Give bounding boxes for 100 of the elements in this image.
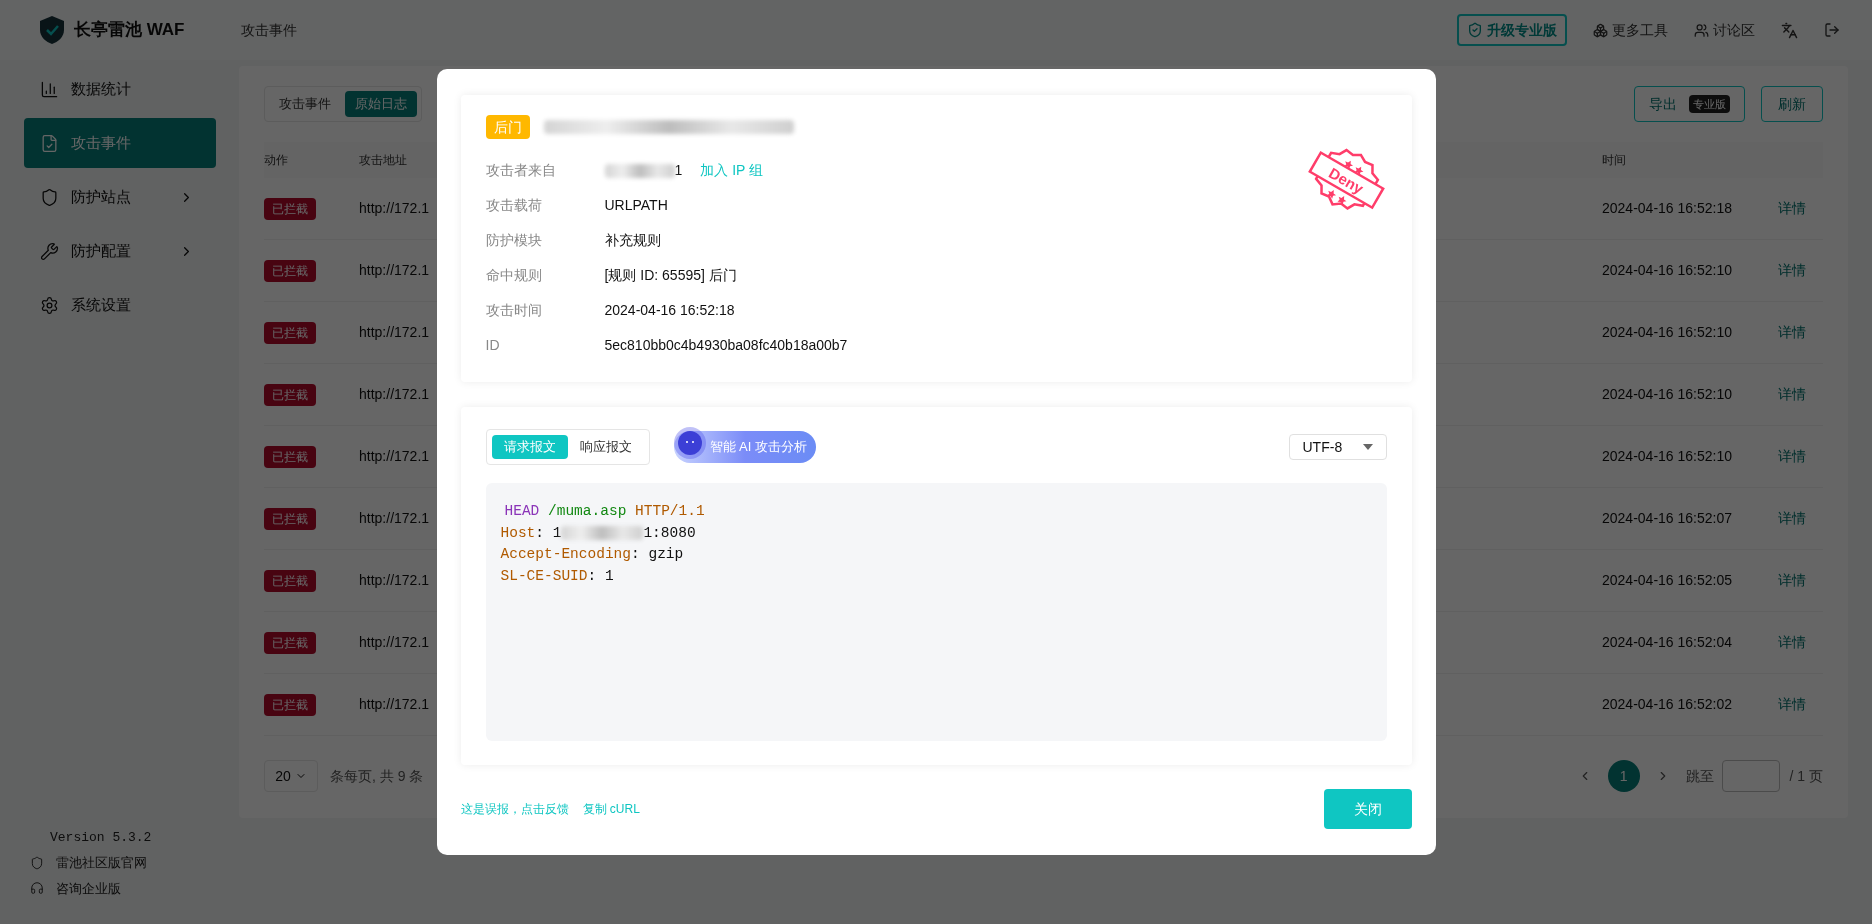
forum-link[interactable]: 讨论区: [1694, 19, 1755, 41]
detail-label: ID: [485, 336, 501, 355]
detail-value: 补充规则: [604, 231, 661, 250]
code-line: HEAD /muma.asp HTTP/1.1: [503, 502, 706, 521]
table-cell: 2024-04-16 16:52:10: [1602, 448, 1732, 464]
table-cell: 2024-04-16 16:52:10: [1602, 386, 1732, 402]
page-input[interactable]: [1721, 760, 1780, 792]
table-cell: http://172.1: [359, 696, 430, 712]
table-cell: http://172.1: [359, 200, 430, 216]
document-icon: [40, 133, 59, 153]
table-cell: http://172.1: [359, 262, 430, 278]
detail-link[interactable]: 详情: [1778, 632, 1806, 653]
attack-type-tag: 后门: [485, 115, 530, 139]
breadcrumb: 攻击事件: [241, 20, 297, 40]
sidebar-item[interactable]: 系统设置: [24, 280, 216, 330]
detail-link[interactable]: 详情: [1778, 322, 1806, 343]
detail-link[interactable]: 详情: [1778, 570, 1806, 591]
pagination-summary: 条每页, 共 9 条: [330, 766, 424, 786]
header-name: Accept-Encoding: [500, 546, 632, 562]
add-ip-group-link[interactable]: 加入 IP 组: [700, 160, 764, 181]
detail-label: 攻击者来自: [485, 161, 557, 180]
table-cell: http://172.1: [359, 572, 430, 588]
detail-link[interactable]: 详情: [1778, 508, 1806, 529]
page-total: / 1 页: [1789, 766, 1823, 786]
detail-value: 1: [674, 161, 683, 180]
table-cell: http://172.1: [359, 386, 430, 402]
status-badge: 已拦截: [264, 321, 316, 344]
footer-link[interactable]: 复制 cURL: [582, 800, 640, 818]
close-button[interactable]: 关闭: [1323, 789, 1412, 829]
table-cell: http://172.1: [359, 634, 430, 650]
table-cell: 2024-04-16 16:52:02: [1602, 696, 1732, 712]
header-value: : 1: [535, 524, 562, 541]
footer-link[interactable]: 雷池社区版官网: [24, 853, 216, 873]
detail-value: 2024-04-16 16:52:18: [604, 301, 735, 320]
status-badge: 已拦截: [264, 569, 316, 592]
shield-icon: [30, 855, 44, 870]
column-header: 时间: [1602, 152, 1626, 169]
detail-value: [规则 ID: 65595] 后门: [604, 266, 737, 285]
shield-icon: [40, 187, 59, 207]
detail-label: 命中规则: [485, 266, 543, 285]
tools-link[interactable]: 更多工具: [1593, 19, 1668, 41]
detail-link[interactable]: 详情: [1778, 260, 1806, 281]
detail-label: 攻击时间: [485, 301, 543, 320]
message-tab[interactable]: 请求报文: [491, 435, 568, 459]
pro-badge: 专业版: [1689, 94, 1730, 114]
jump-label: 跳至: [1685, 766, 1714, 786]
headset-icon: [30, 881, 44, 896]
page-size-select[interactable]: 20: [264, 760, 318, 792]
logo-icon: [38, 15, 66, 45]
status-badge: 已拦截: [264, 445, 316, 468]
status-badge: 已拦截: [264, 259, 316, 282]
header-value: 1:8080: [643, 524, 696, 541]
footer-link[interactable]: 这是误报，点击反馈: [460, 800, 569, 818]
refresh-button[interactable]: 刷新: [1761, 86, 1823, 122]
footer-link[interactable]: 咨询企业版: [24, 878, 216, 898]
column-header: 攻击地址: [359, 152, 408, 169]
status-badge: 已拦截: [264, 507, 316, 530]
table-cell: 2024-04-16 16:52:10: [1602, 324, 1732, 340]
sidebar-item[interactable]: 数据统计: [24, 64, 216, 114]
table-cell: 2024-04-16 16:52:04: [1602, 634, 1732, 650]
export-button[interactable]: 导出 专业版: [1634, 86, 1745, 122]
message-tab[interactable]: 响应报文: [567, 435, 644, 459]
caret-icon: [1362, 444, 1373, 450]
header-name: Host: [500, 524, 536, 541]
status-badge: 已拦截: [264, 383, 316, 406]
view-tab[interactable]: 原始日志: [345, 91, 417, 117]
bar-chart-icon: [40, 79, 59, 99]
detail-label: 攻击载荷: [485, 196, 543, 215]
view-tab[interactable]: 攻击事件: [269, 91, 341, 117]
table-cell: 2024-04-16 16:52:18: [1602, 200, 1732, 216]
shield-icon: [1467, 22, 1483, 38]
status-badge: 已拦截: [264, 631, 316, 654]
detail-link[interactable]: 详情: [1778, 198, 1806, 219]
language-button[interactable]: [1781, 21, 1798, 39]
settings-icon: [40, 295, 59, 315]
users-icon: [1694, 22, 1709, 38]
table-cell: http://172.1: [359, 448, 430, 464]
status-badge: 已拦截: [264, 693, 316, 716]
logout-button[interactable]: [1824, 22, 1840, 38]
table-cell: 2024-04-16 16:52:10: [1602, 262, 1732, 278]
upgrade-button[interactable]: 升级专业版: [1457, 14, 1567, 46]
detail-link[interactable]: 详情: [1778, 446, 1806, 467]
column-header: 动作: [264, 152, 289, 169]
tools-icon: [40, 241, 59, 261]
sidebar-item[interactable]: 防护配置: [24, 226, 216, 276]
encoding-select[interactable]: UTF-8: [1288, 434, 1387, 460]
sidebar-item[interactable]: 防护站点: [24, 172, 216, 222]
status-badge: 已拦截: [264, 197, 316, 220]
app-name: 长亭雷池 WAF: [74, 19, 185, 42]
detail-value: 5ec810bb0c4b4930ba08fc40b18a00b7: [604, 336, 848, 355]
page-button[interactable]: 1: [1607, 760, 1640, 792]
detail-link[interactable]: 详情: [1778, 694, 1806, 715]
detail-value: URLPATH: [604, 196, 668, 215]
table-cell: 2024-04-16 16:52:07: [1602, 510, 1732, 526]
table-cell: http://172.1: [359, 324, 430, 340]
header-value: gzip: [648, 546, 684, 562]
detail-link[interactable]: 详情: [1778, 384, 1806, 405]
sidebar-item[interactable]: 攻击事件: [24, 118, 216, 168]
grid-icon: [1593, 22, 1608, 38]
table-cell: 2024-04-16 16:52:05: [1602, 572, 1732, 588]
